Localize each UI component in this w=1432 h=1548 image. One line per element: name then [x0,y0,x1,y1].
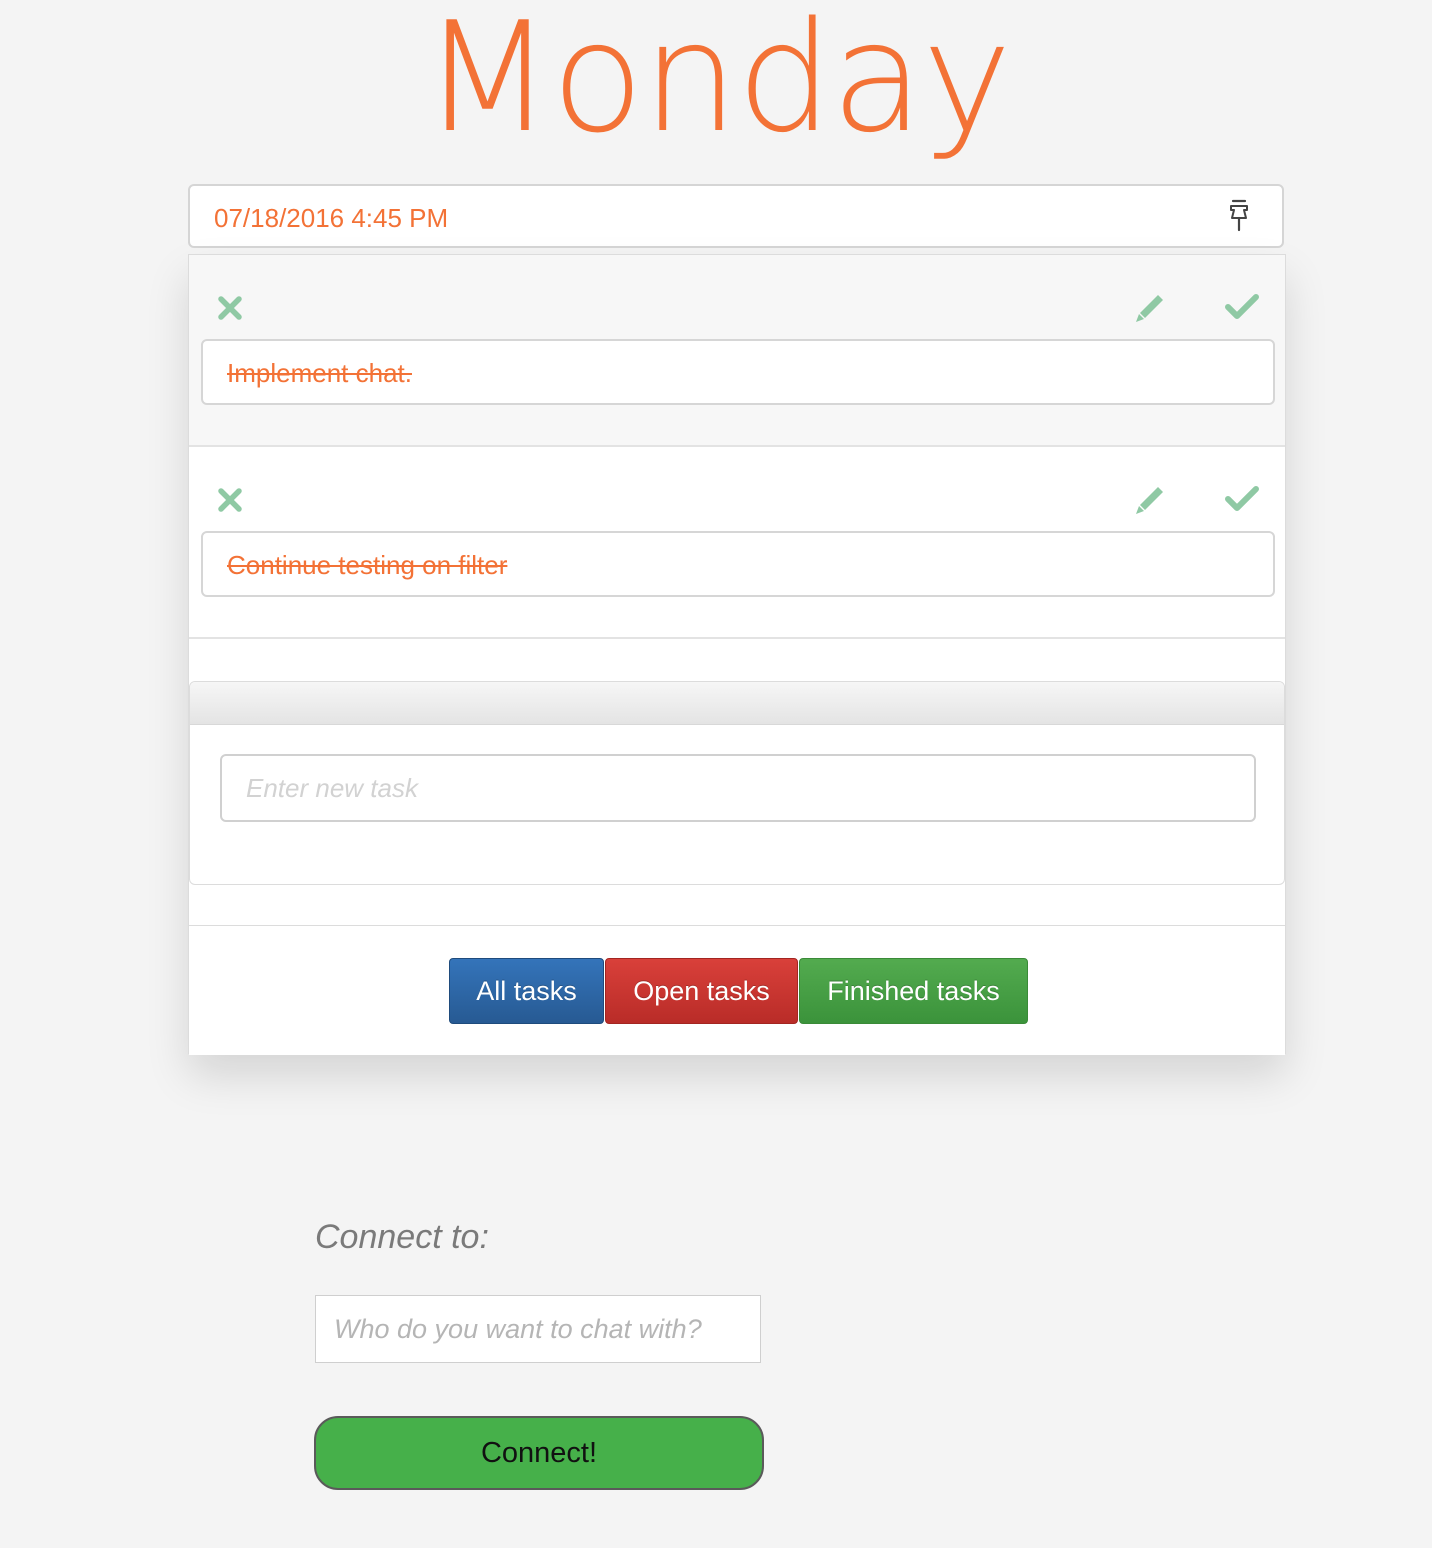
task-card: Implement chat. Continue testing on filt… [188,254,1286,1055]
filter-panel: All tasks Open tasks Finished tasks [189,925,1285,1055]
task-item: Implement chat. [189,255,1285,447]
task-text: Implement chat. [227,358,412,388]
x-icon[interactable] [217,295,243,321]
connect-label: Connect to: [315,1218,489,1256]
open-tasks-button[interactable]: Open tasks [605,958,798,1024]
new-task-input[interactable] [220,754,1256,822]
check-icon[interactable] [1225,293,1259,321]
finished-tasks-button[interactable]: Finished tasks [799,958,1028,1024]
task-item: Continue testing on filter [189,447,1285,639]
new-task-panel [189,681,1285,885]
x-icon[interactable] [217,487,243,513]
date-field[interactable]: 07/18/2016 4:45 PM [188,184,1284,248]
check-icon[interactable] [1225,485,1259,513]
page-title: Monday [421,0,1012,166]
task-text-field[interactable]: Continue testing on filter [201,531,1275,597]
new-task-panel-header [190,682,1284,725]
calendar-pin-icon[interactable] [1224,198,1254,234]
pencil-icon[interactable] [1133,483,1167,517]
task-text-field[interactable]: Implement chat. [201,339,1275,405]
task-text: Continue testing on filter [227,550,508,580]
pencil-icon[interactable] [1133,291,1167,325]
date-value: 07/18/2016 4:45 PM [214,203,449,233]
connect-button[interactable]: Connect! [314,1416,764,1490]
chat-partner-input[interactable] [315,1295,761,1363]
all-tasks-button[interactable]: All tasks [449,958,604,1024]
